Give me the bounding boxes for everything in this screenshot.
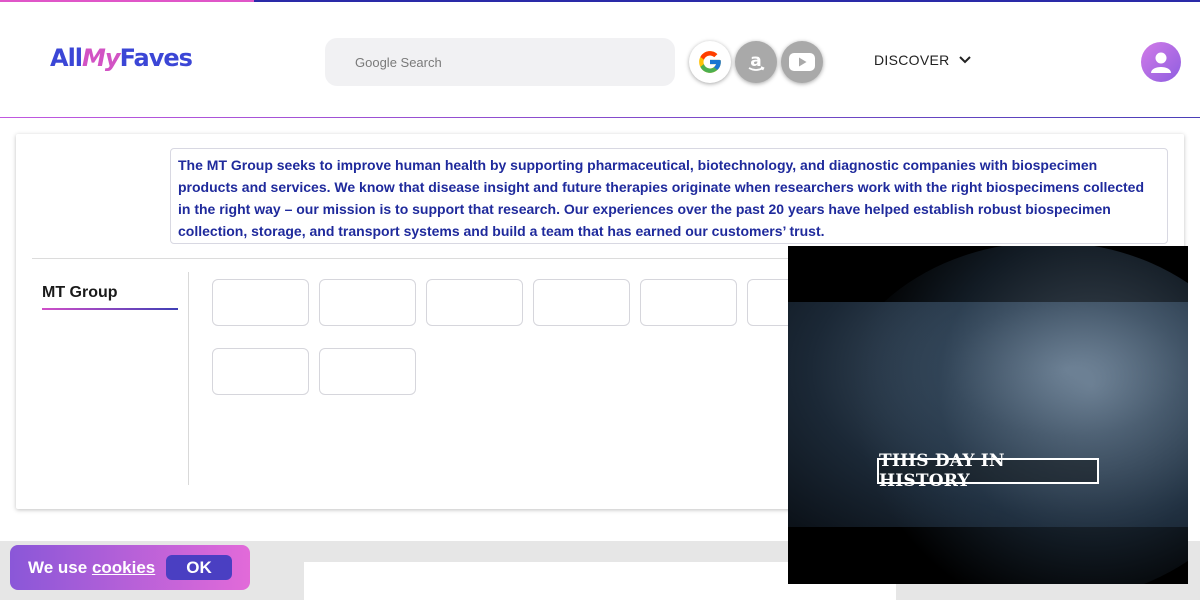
logo-all: All [50,44,83,72]
video-player[interactable]: THIS DAY IN HISTORY [788,246,1188,584]
google-search-button[interactable] [689,41,731,83]
logo-my: My [82,44,121,72]
chevron-down-icon [958,56,971,64]
discover-label: DISCOVER [874,52,950,68]
google-icon [699,51,721,73]
group-description: The MT Group seeks to improve human heal… [170,148,1168,244]
cookies-link[interactable]: cookies [92,558,155,577]
fave-tile[interactable] [640,279,737,326]
header-divider [0,117,1200,118]
fave-tile[interactable] [426,279,523,326]
amazon-icon: a [748,51,765,71]
header: AllMyFaves a DISCOVER [0,2,1200,118]
vertical-divider [188,272,189,485]
video-title: THIS DAY IN HISTORY [877,451,1099,491]
video-frame: THIS DAY IN HISTORY [788,246,1188,584]
logo-faves: Faves [119,44,193,72]
allmyfaves-logo[interactable]: AllMyFaves [50,44,193,72]
user-avatar[interactable] [1141,42,1181,82]
fave-tile[interactable] [212,348,309,395]
cookie-prefix: We use [28,557,92,577]
discover-menu[interactable]: DISCOVER [874,52,972,68]
youtube-icon [789,53,815,71]
svg-text:a: a [750,51,761,71]
fave-tile[interactable] [212,279,309,326]
cookie-banner: We use cookies OK [10,545,250,590]
fave-tile[interactable] [319,348,416,395]
cookie-text: We use cookies [28,558,155,578]
globe-image [828,246,1188,584]
amazon-search-button[interactable]: a [735,41,777,83]
fave-tile[interactable] [319,279,416,326]
youtube-search-button[interactable] [781,41,823,83]
cookie-ok-button[interactable]: OK [166,555,232,580]
tab-mt-group[interactable]: MT Group [42,284,178,310]
fave-tile[interactable] [533,279,630,326]
search-input[interactable] [325,38,675,86]
user-icon [1151,52,1171,73]
